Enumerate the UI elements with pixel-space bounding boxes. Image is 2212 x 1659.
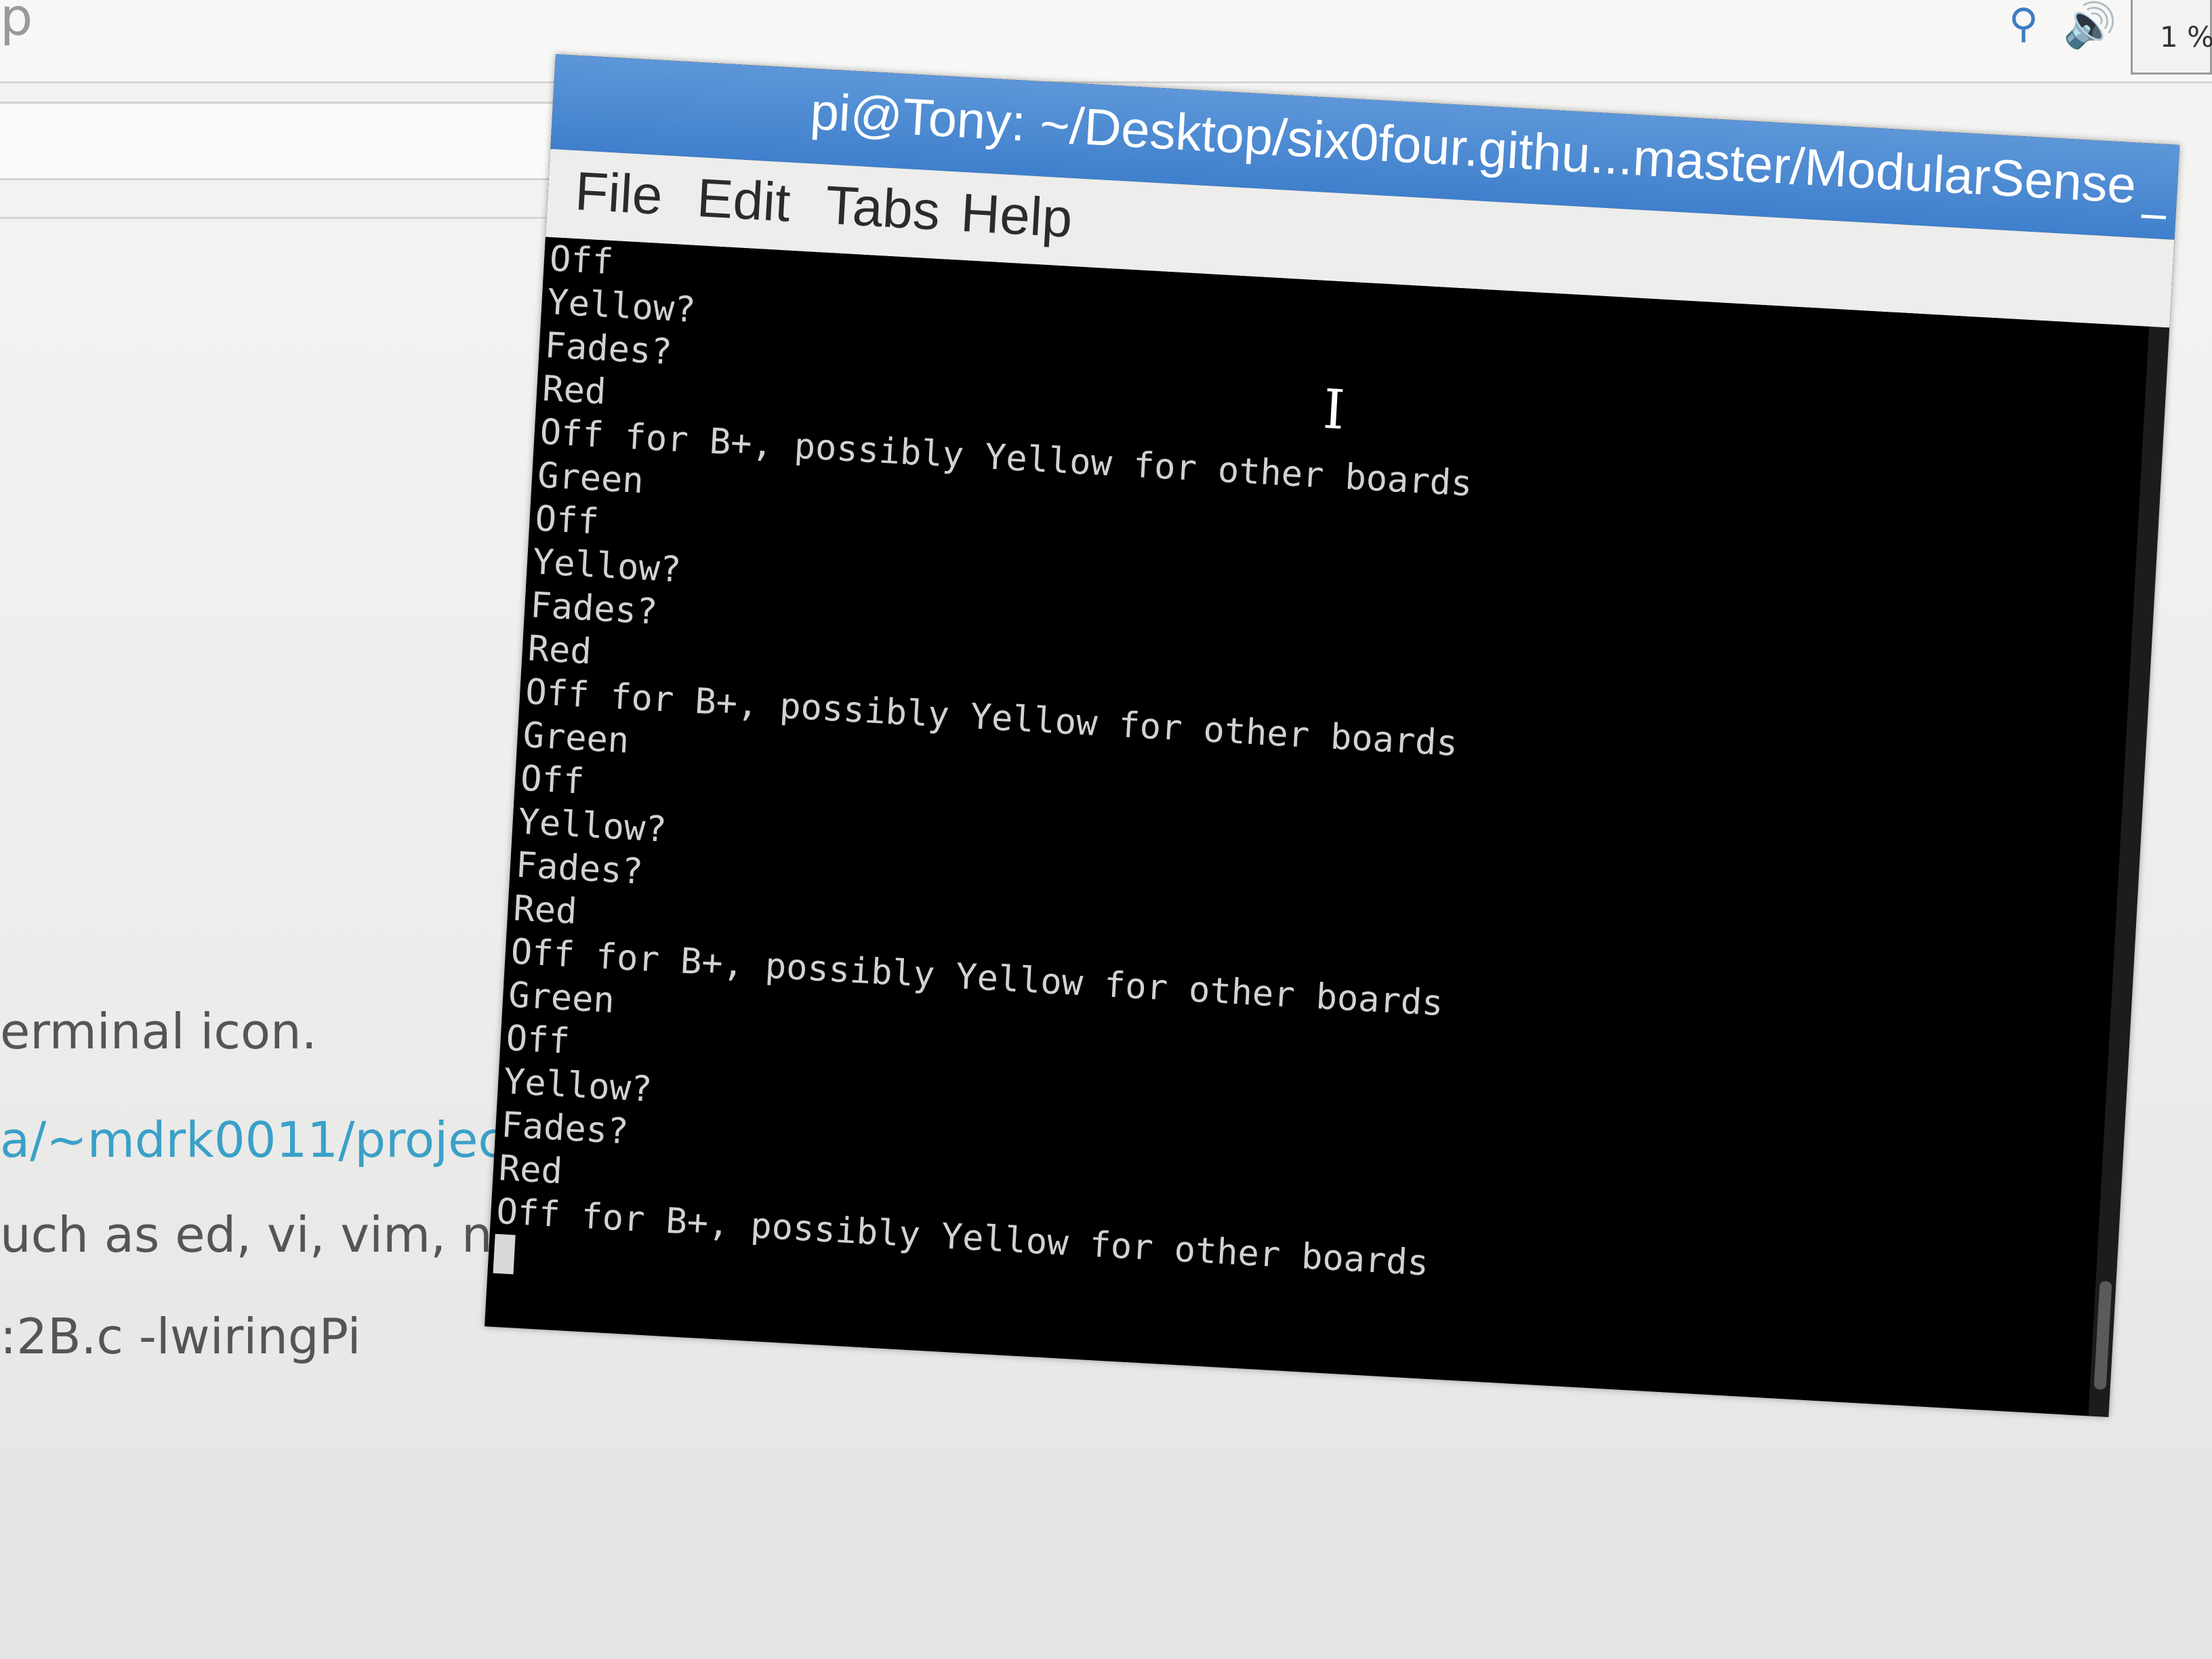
toolbar-text: p [0, 0, 33, 47]
network-icon[interactable]: ⚲ [2009, 0, 2043, 47]
terminal-output[interactable]: Off Yellow? Fades? Red Off for B+, possibly … [485, 237, 2150, 1416]
browser-address-field[interactable] [0, 102, 583, 180]
scrollbar-thumb[interactable] [2093, 1281, 2112, 1390]
terminal-cursor [493, 1233, 516, 1275]
system-tray: ⚲ 🔊 1 % [1805, 0, 2212, 81]
page-text-line: erminal icon. [0, 1003, 317, 1060]
terminal-window[interactable]: pi@Tony: ~/Desktop/six0four.githu...mast… [485, 54, 2180, 1418]
cpu-usage-monitor[interactable]: 1 % [2131, 0, 2212, 75]
menu-edit[interactable]: Edit [695, 167, 792, 234]
menu-file[interactable]: File [573, 160, 664, 227]
page-divider [0, 217, 583, 219]
volume-icon[interactable]: 🔊 [2063, 0, 2124, 51]
text-cursor-icon: I [1321, 377, 1347, 442]
minimize-button[interactable]: _ [2142, 163, 2171, 220]
menu-help[interactable]: Help [959, 182, 1073, 250]
menu-tabs[interactable]: Tabs [824, 174, 942, 243]
